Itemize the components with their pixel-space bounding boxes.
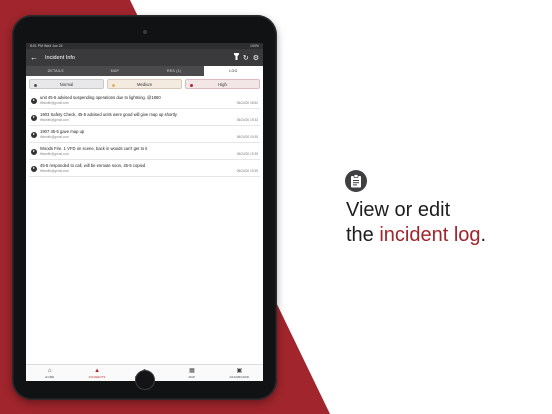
- play-icon[interactable]: [31, 165, 37, 172]
- priority-normal-dot: [34, 83, 37, 87]
- feature-headline: View or edit the incident log.: [346, 198, 486, 248]
- tablet-frame: 8:51 PM Wed Jun 24 100% ← Incident Info …: [12, 15, 277, 400]
- log-entry-body: unit 45-5 advised suspending operations …: [40, 95, 260, 105]
- nav-incidents[interactable]: ▲ INCIDENTS: [73, 365, 120, 381]
- brand-name: technosylva: [505, 394, 540, 401]
- nav-incidents-label: INCIDENTS: [88, 374, 106, 379]
- log-author: tfbsmith@gmail.com: [40, 151, 69, 156]
- home-icon: ⌂: [47, 367, 52, 374]
- log-meta: tfbsmith@gmail.com 06/24/20 19:33: [40, 118, 260, 122]
- play-icon[interactable]: [31, 148, 37, 155]
- priority-medium-button[interactable]: Medium: [107, 79, 182, 89]
- log-meta: tfbsmith@gmail.com 06/24/20 19:35: [40, 135, 260, 139]
- play-icon[interactable]: [31, 97, 37, 104]
- dashboard-icon: ▣: [236, 367, 243, 374]
- log-author: tfbsmith@gmail.com: [40, 100, 69, 105]
- app-bar-title: Incident Info: [45, 54, 75, 61]
- log-list: unit 45-5 advised suspending operations …: [26, 92, 263, 177]
- tablet-home-button: [135, 370, 155, 390]
- log-entry[interactable]: unit 45-5 advised suspending operations …: [29, 92, 260, 109]
- log-message: Woods Fire. 1 VFD on scene, back in wood…: [40, 145, 148, 151]
- priority-normal-button[interactable]: Normal: [29, 79, 104, 89]
- status-time: 8:51 PM Wed Jun 24: [30, 44, 63, 48]
- log-entry-body: 1907 45-5 gave map up tfbsmith@gmail.com…: [40, 129, 260, 139]
- nav-home-label: HOME: [45, 374, 55, 379]
- log-author: tfbsmith@gmail.com: [40, 117, 69, 122]
- headline-accent: incident log: [379, 224, 481, 246]
- refresh-icon[interactable]: ↻: [243, 54, 249, 62]
- priority-medium-dot: [112, 83, 115, 87]
- tab-details[interactable]: DETAILS: [26, 66, 85, 76]
- headline-line-2: the incident log.: [346, 223, 486, 248]
- gear-icon[interactable]: ⚙: [253, 54, 259, 62]
- log-message: 1903 Safety Check, 45-5 advised units we…: [40, 111, 178, 117]
- camera-dot: [143, 30, 147, 34]
- tab-map[interactable]: MAP: [85, 66, 144, 76]
- log-entry-body: 1903 Safety Check, 45-5 advised units we…: [40, 112, 260, 122]
- brand-mark: technosylva: [492, 394, 539, 401]
- log-author: tfbsmith@gmail.com: [40, 134, 69, 139]
- incidents-icon: ▲: [94, 367, 101, 374]
- app-screen: 8:51 PM Wed Jun 24 100% ← Incident Info …: [26, 43, 263, 381]
- log-timestamp: 06/24/20 19:39: [236, 168, 258, 173]
- priority-medium-label: Medium: [137, 81, 152, 87]
- app-bar: ← Incident Info ↻ ⚙: [26, 49, 263, 66]
- play-icon[interactable]: [31, 114, 37, 121]
- priority-high-dot: [190, 83, 193, 87]
- headline-prefix: the: [346, 224, 380, 246]
- log-meta: tfbsmith@gmail.com 06/24/20 19:39: [40, 169, 260, 173]
- tab-bar: DETAILS MAP RES (1) LOG: [26, 66, 263, 76]
- status-battery: 100%: [250, 44, 259, 48]
- headline-suffix: .: [480, 224, 487, 246]
- tab-log[interactable]: LOG: [203, 66, 263, 76]
- play-icon[interactable]: [31, 131, 37, 138]
- log-message: unit 45-5 advised suspending operations …: [40, 94, 161, 100]
- priority-high-label: High: [218, 81, 227, 87]
- nav-dashboard[interactable]: ▣ DASHBOARD: [216, 365, 263, 381]
- headline-line-1: View or edit: [346, 199, 451, 221]
- nav-dashboard-label: DASHBOARD: [229, 374, 250, 379]
- log-author: tfbsmith@gmail.com: [40, 168, 69, 173]
- log-entry[interactable]: 1903 Safety Check, 45-5 advised units we…: [29, 109, 260, 126]
- log-entry[interactable]: 45-5 responded to call, will be enroute …: [29, 160, 260, 177]
- app-bar-actions: ↻ ⚙: [233, 53, 259, 62]
- tab-resources[interactable]: RES (1): [145, 66, 204, 76]
- log-entry-body: Woods Fire. 1 VFD on scene, back in wood…: [40, 146, 260, 156]
- log-entry[interactable]: 1907 45-5 gave map up tfbsmith@gmail.com…: [29, 126, 260, 143]
- log-timestamp: 06/24/20 18:52: [236, 100, 258, 105]
- priority-normal-label: Normal: [59, 81, 74, 87]
- nav-map[interactable]: ▦ MAP: [168, 365, 215, 381]
- priority-high-button[interactable]: High: [185, 79, 260, 89]
- log-timestamp: 06/24/20 19:33: [236, 117, 258, 122]
- log-timestamp: 06/24/20 19:35: [236, 134, 258, 139]
- log-meta: tfbsmith@gmail.com 06/24/20 18:52: [40, 101, 260, 105]
- clipboard-icon: [345, 170, 367, 192]
- log-timestamp: 06/24/20 19:39: [236, 151, 258, 156]
- log-message: 45-5 responded to call, will be enroute …: [40, 162, 146, 168]
- log-entry-body: 45-5 responded to call, will be enroute …: [40, 163, 260, 173]
- nav-map-label: MAP: [188, 374, 196, 379]
- map-icon: ▦: [189, 367, 195, 374]
- priority-selector: Normal Medium High: [26, 76, 263, 92]
- flashlight-icon[interactable]: [233, 53, 239, 62]
- log-entry[interactable]: Woods Fire. 1 VFD on scene, back in wood…: [29, 143, 260, 160]
- nav-home[interactable]: ⌂ HOME: [26, 365, 73, 381]
- log-meta: tfbsmith@gmail.com 06/24/20 19:39: [40, 152, 260, 156]
- brand-logo-icon: [492, 394, 502, 401]
- log-message: 1907 45-5 gave map up: [40, 128, 85, 134]
- arrow-left-icon[interactable]: ←: [30, 53, 40, 62]
